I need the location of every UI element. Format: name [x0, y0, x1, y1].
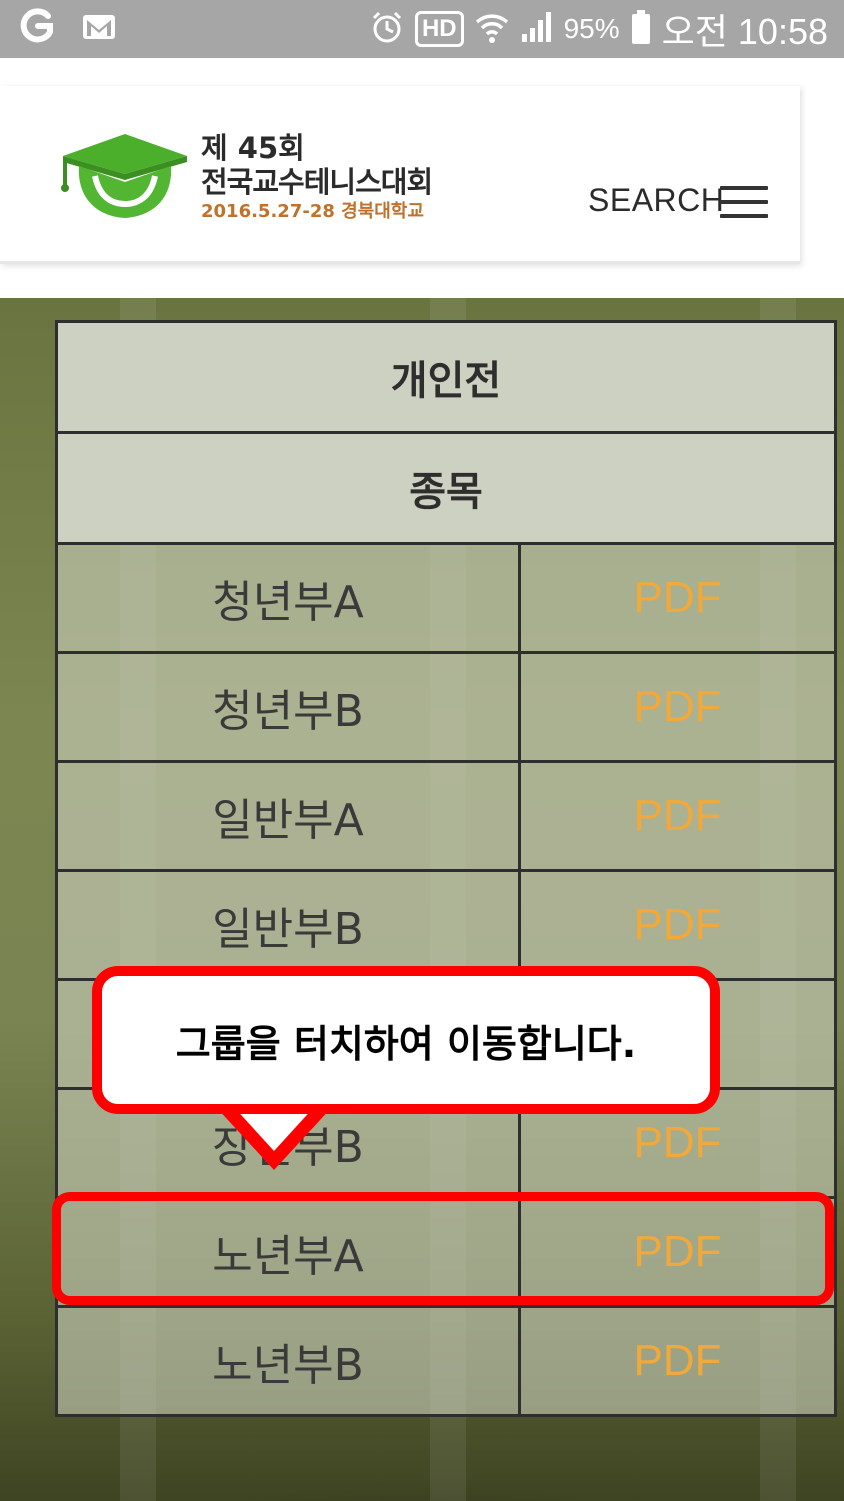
battery-percent: 95% — [563, 13, 620, 44]
clock: 오전 10:58 — [661, 11, 828, 52]
graduation-cap-tennis-icon — [61, 134, 187, 218]
pdf-link[interactable]: PDF — [521, 1308, 834, 1414]
hint-tooltip: 그룹을 터치하여 이동합니다. — [92, 966, 720, 1114]
table-title: 개인전 — [58, 323, 834, 434]
row-highlight-box — [52, 1192, 834, 1305]
division-name: 청년부B — [58, 654, 521, 760]
gmail-icon — [80, 8, 118, 46]
pdf-link[interactable]: PDF — [521, 872, 834, 978]
header-bar: 제 45회 전국교수테니스대회 2016.5.27-28 경북대학교 SEARC… — [0, 86, 800, 264]
division-name: 일반부A — [58, 763, 521, 869]
table-row[interactable]: 청년부B PDF — [58, 654, 834, 763]
table-row[interactable]: 일반부A PDF — [58, 763, 834, 872]
table-row[interactable]: 일반부B PDF — [58, 872, 834, 981]
pdf-link[interactable]: PDF — [521, 545, 834, 651]
battery-icon — [630, 9, 652, 49]
search-button[interactable]: SEARCH — [588, 182, 724, 219]
hd-voice-icon: HD — [414, 11, 464, 47]
logo-edition: 제 45회 — [201, 131, 305, 165]
status-bar: HD 95% 오전 10:58 — [0, 0, 844, 58]
alarm-icon — [369, 9, 405, 49]
table-subheader: 종목 — [58, 434, 834, 545]
wifi-icon — [474, 10, 510, 48]
hamburger-menu-icon[interactable] — [720, 186, 768, 218]
table-row[interactable]: 노년부B PDF — [58, 1308, 834, 1414]
table-row[interactable]: 청년부A PDF — [58, 545, 834, 654]
tooltip-text: 그룹을 터치하여 이동합니다. — [175, 1021, 637, 1066]
pdf-link[interactable]: PDF — [521, 763, 834, 869]
pdf-link[interactable]: PDF — [521, 654, 834, 760]
division-name: 청년부A — [58, 545, 521, 651]
site-logo[interactable]: 제 45회 전국교수테니스대회 2016.5.27-28 경북대학교 — [55, 124, 455, 234]
g-icon — [18, 8, 56, 46]
division-name: 노년부B — [58, 1308, 521, 1414]
division-name: 일반부B — [58, 872, 521, 978]
signal-icon — [520, 10, 554, 48]
logo-title: 전국교수테니스대회 — [201, 165, 433, 199]
site-header: 제 45회 전국교수테니스대회 2016.5.27-28 경북대학교 SEARC… — [0, 58, 844, 298]
logo-date-venue: 2016.5.27-28 경북대학교 — [201, 201, 424, 222]
